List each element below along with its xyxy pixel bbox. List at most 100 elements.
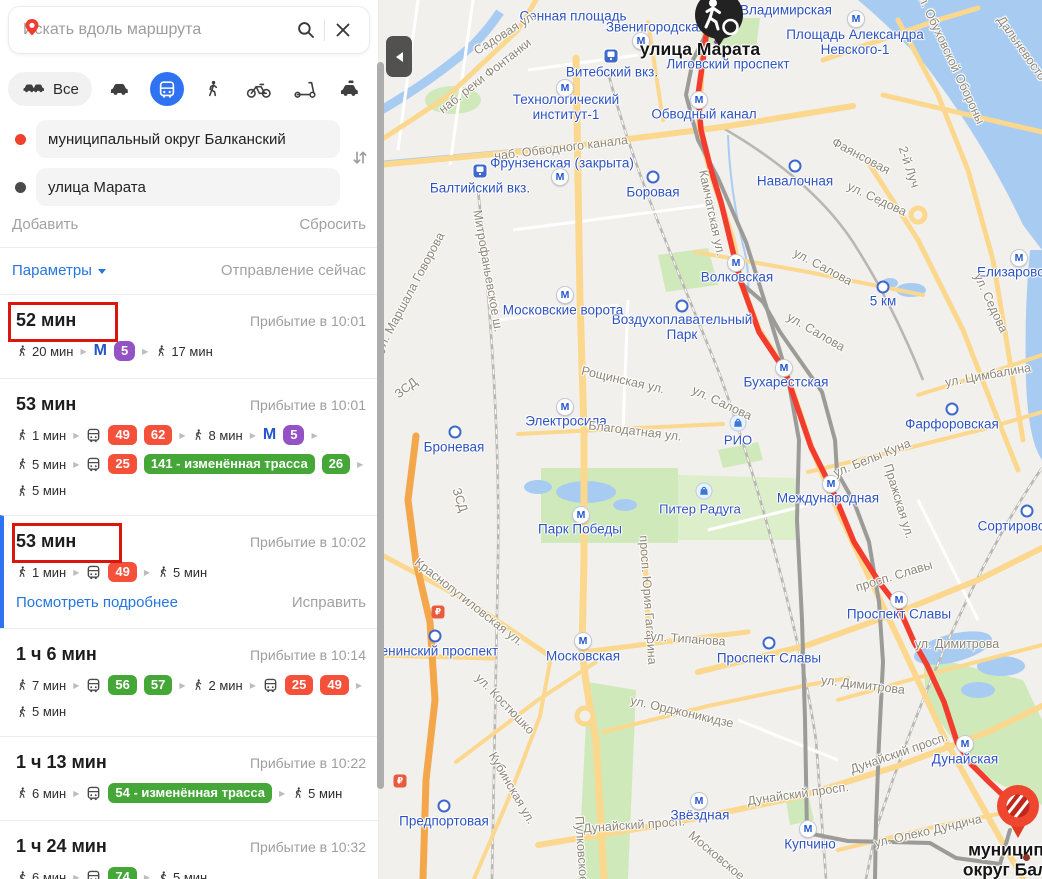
halt-icon[interactable] bbox=[877, 281, 890, 294]
metro-icon[interactable]: М bbox=[556, 79, 574, 97]
segment-arrow-icon: ▶ bbox=[73, 428, 79, 443]
segment-arrow-icon: ▶ bbox=[250, 678, 256, 693]
departure-time-button[interactable]: Отправление сейчас bbox=[221, 262, 366, 279]
metro-icon[interactable]: М bbox=[632, 32, 650, 50]
tab-mode-car[interactable] bbox=[104, 72, 138, 106]
sidebar-scrollbar[interactable] bbox=[377, 62, 384, 789]
transport-mode-tabs: Все bbox=[8, 72, 368, 106]
metro-icon[interactable]: М bbox=[556, 286, 574, 304]
transit-line-badge: 62 bbox=[144, 425, 172, 445]
route-arrival-time: Прибытие в 10:22 bbox=[250, 755, 366, 771]
segment-arrow-icon: ▶ bbox=[250, 428, 256, 443]
route-option[interactable]: 1 ч 24 минПрибытие в 10:326 мин▶74▶5 мин bbox=[0, 820, 378, 879]
metro-icon[interactable]: М bbox=[690, 792, 708, 810]
segment-arrow-icon: ▶ bbox=[279, 786, 285, 801]
add-waypoint-button[interactable]: Добавить bbox=[12, 216, 78, 233]
search-icon[interactable] bbox=[292, 16, 320, 44]
metro-icon[interactable]: М bbox=[822, 475, 840, 493]
parking-icon[interactable]: ₽ bbox=[432, 606, 445, 619]
halt-icon[interactable] bbox=[946, 403, 959, 416]
reset-button[interactable]: Сбросить bbox=[299, 216, 366, 233]
metro-icon[interactable]: М bbox=[847, 10, 865, 28]
metro-icon[interactable]: М bbox=[799, 820, 817, 838]
segment-arrow-icon: ▶ bbox=[179, 428, 185, 443]
route-to-input[interactable] bbox=[36, 168, 340, 206]
tab-mode-walk[interactable] bbox=[196, 72, 230, 106]
parameters-button[interactable]: Параметры bbox=[12, 262, 106, 279]
segment-arrow-icon: ▶ bbox=[144, 565, 150, 580]
route-option[interactable]: 53 минПрибытие в 10:011 мин▶4962▶8 мин▶М… bbox=[0, 378, 378, 515]
halt-icon[interactable] bbox=[449, 426, 462, 439]
halt-icon[interactable] bbox=[1021, 505, 1034, 518]
collapse-sidebar-button[interactable] bbox=[386, 36, 412, 77]
route-duration: 1 ч 6 мин bbox=[16, 642, 97, 666]
bus-icon bbox=[86, 870, 101, 879]
map-canvas[interactable]: Сенная площадьВладимирскаяулица МаратаЛи… bbox=[378, 0, 1042, 879]
walk-segment: 5 мин bbox=[16, 457, 66, 472]
segment-arrow-icon: ▶ bbox=[73, 457, 79, 472]
view-details-link[interactable]: Посмотреть подробнее bbox=[16, 594, 178, 611]
walk-segment: 20 мин bbox=[16, 344, 73, 359]
halt-icon[interactable] bbox=[429, 630, 442, 643]
route-option[interactable]: 1 ч 13 минПрибытие в 10:226 мин▶54 - изм… bbox=[0, 736, 378, 820]
metro-icon[interactable]: М bbox=[956, 735, 974, 753]
route-duration: 1 ч 13 мин bbox=[16, 750, 107, 774]
tab-mode-taxi[interactable] bbox=[334, 72, 368, 106]
metro-icon[interactable]: М bbox=[690, 91, 708, 109]
route-from-input[interactable] bbox=[36, 120, 340, 158]
mall-icon[interactable] bbox=[730, 415, 747, 432]
search-input[interactable] bbox=[21, 20, 292, 40]
tab-mode-transit[interactable] bbox=[150, 72, 184, 106]
metro-icon[interactable]: М bbox=[1010, 249, 1028, 267]
transit-line-badge: 5 bbox=[283, 425, 304, 445]
route-duration: 52 мин bbox=[16, 308, 76, 332]
mall-icon[interactable] bbox=[696, 483, 713, 500]
halt-icon[interactable] bbox=[763, 637, 776, 650]
rail-icon[interactable] bbox=[604, 49, 619, 64]
metro-icon[interactable]: М bbox=[775, 359, 793, 377]
transit-line-badge: 49 bbox=[108, 425, 136, 445]
transit-line-badge: 49 bbox=[108, 562, 136, 582]
waypoints-form bbox=[12, 120, 366, 206]
fix-route-link[interactable]: Исправить bbox=[292, 594, 366, 611]
transit-line-badge: 25 bbox=[108, 454, 136, 474]
swap-waypoints-icon[interactable] bbox=[352, 149, 368, 171]
route-arrival-time: Прибытие в 10:02 bbox=[250, 534, 366, 550]
halt-icon[interactable] bbox=[438, 800, 451, 813]
route-option[interactable]: 53 минПрибытие в 10:021 мин▶49▶5 минПосм… bbox=[0, 515, 378, 628]
segment-arrow-icon: ▶ bbox=[80, 344, 86, 359]
route-segments: 1 мин▶4962▶8 мин▶М5▶5 мин▶25141 - изменё… bbox=[16, 425, 366, 498]
metro-icon[interactable]: М bbox=[551, 168, 569, 186]
tab-mode-scooter[interactable] bbox=[288, 72, 322, 106]
chevron-down-icon bbox=[98, 269, 106, 274]
route-duration: 53 мин bbox=[16, 529, 76, 553]
metro-icon[interactable]: М bbox=[556, 398, 574, 416]
segment-arrow-icon: ▶ bbox=[357, 457, 363, 472]
route-option[interactable]: 1 ч 6 минПрибытие в 10:147 мин▶5657▶2 ми… bbox=[0, 628, 378, 736]
metro-icon[interactable]: М bbox=[572, 506, 590, 524]
destination-dot-icon bbox=[15, 182, 26, 193]
segment-arrow-icon: ▶ bbox=[73, 678, 79, 693]
segment-arrow-icon: ▶ bbox=[73, 870, 79, 879]
transit-line-badge: 25 bbox=[285, 675, 313, 695]
origin-pin[interactable] bbox=[990, 780, 1042, 847]
route-arrival-time: Прибытие в 10:01 bbox=[250, 397, 366, 413]
parking-icon[interactable]: ₽ bbox=[394, 775, 407, 788]
metro-icon[interactable]: М bbox=[727, 254, 745, 272]
walk-segment: 5 мин bbox=[292, 786, 342, 801]
halt-icon[interactable] bbox=[676, 300, 689, 313]
walk-segment: 5 мин bbox=[157, 870, 207, 879]
metro-icon[interactable]: М bbox=[574, 632, 592, 650]
route-arrival-time: Прибытие в 10:32 bbox=[250, 839, 366, 855]
destination-pin[interactable] bbox=[690, 0, 748, 53]
halt-icon[interactable] bbox=[789, 160, 802, 173]
metro-icon[interactable]: М bbox=[890, 591, 908, 609]
rail-icon[interactable] bbox=[473, 164, 488, 179]
alternative-route-line[interactable] bbox=[740, 282, 883, 879]
close-icon[interactable] bbox=[329, 16, 357, 44]
route-option[interactable]: 52 минПрибытие в 10:0120 мин▶М5▶17 мин bbox=[0, 294, 378, 378]
walk-segment: 6 мин bbox=[16, 786, 66, 801]
halt-icon[interactable] bbox=[647, 171, 660, 184]
tab-all-modes[interactable]: Все bbox=[8, 72, 92, 106]
tab-mode-bike[interactable] bbox=[242, 72, 276, 106]
